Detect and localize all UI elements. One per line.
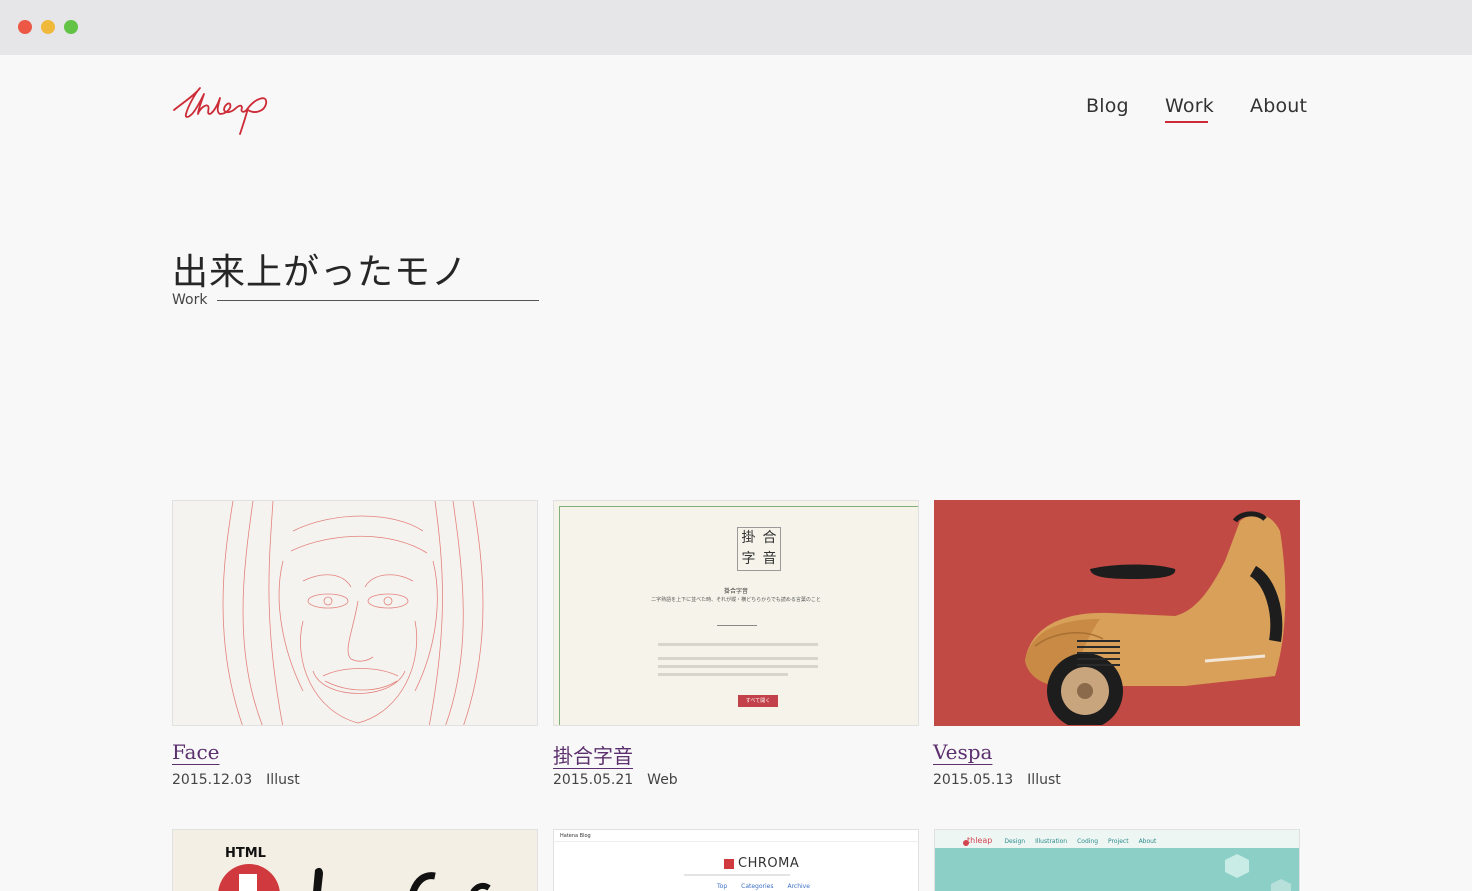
grid-char: 音 xyxy=(762,551,777,567)
work-meta-kakeai: 2015.05.21 Web xyxy=(553,772,678,788)
grid-char: 字 xyxy=(741,551,756,567)
page-subtitle: Work xyxy=(172,292,208,308)
chroma-nav-item: Categories xyxy=(741,883,774,890)
page-title: 出来上がったモノ xyxy=(172,252,469,293)
text-placeholder xyxy=(684,874,790,876)
title-divider xyxy=(217,300,539,301)
grid-char: 掛 xyxy=(741,530,756,546)
frame-line xyxy=(559,506,918,507)
maximize-window-button[interactable] xyxy=(64,20,78,34)
chroma-nav: Top Categories Archive xyxy=(717,883,810,890)
work-category: Web xyxy=(647,772,678,788)
cube-decoration-icon xyxy=(1225,854,1291,891)
text-placeholder xyxy=(658,643,818,646)
text-placeholder xyxy=(658,673,788,676)
kakeai-logo-grid: 掛 合 字 音 xyxy=(737,527,781,571)
kakeai-thumb-name: 掛合字音 xyxy=(723,588,748,595)
vespa-illustration xyxy=(1025,511,1286,725)
frame-line xyxy=(559,506,560,725)
work-thumb-html[interactable]: HTML xyxy=(172,829,538,891)
work-thumb-face[interactable] xyxy=(172,500,538,726)
chroma-nav-item: Archive xyxy=(787,883,810,890)
work-meta-face: 2015.12.03 Illust xyxy=(172,772,300,788)
work-thumb-vespa[interactable] xyxy=(934,500,1300,726)
work-date: 2015.12.03 xyxy=(172,772,253,788)
work-category: Illust xyxy=(266,772,300,788)
close-window-button[interactable] xyxy=(18,20,32,34)
window-titlebar xyxy=(0,0,1472,55)
nav-about[interactable]: About xyxy=(1250,95,1307,117)
work-category: Illust xyxy=(1027,772,1061,788)
work-date: 2015.05.13 xyxy=(933,772,1014,788)
work-title-vespa[interactable]: Vespa xyxy=(933,740,992,764)
face-illustration xyxy=(222,501,484,725)
work-title-face[interactable]: Face xyxy=(172,740,219,764)
nav-active-indicator xyxy=(1165,121,1208,123)
kakeai-thumb-desc: 二字熟語を上下に並べた時、それが縦・横どちらからでも読める言葉のこと xyxy=(651,597,821,603)
chroma-logo-icon xyxy=(724,859,734,869)
work-thumb-kakeai[interactable]: 掛 合 字 音 掛合字音 二字熟語を上下に並べた時、それが縦・横どちらからでも読… xyxy=(553,500,919,726)
work-thumb-thleap-site[interactable]: thleap Design Illustration Coding Project Abo… xyxy=(934,829,1300,891)
chroma-logo-text: CHROMA xyxy=(738,856,800,871)
work-meta-vespa: 2015.05.13 Illust xyxy=(933,772,1061,788)
grid-char: 合 xyxy=(762,530,777,546)
work-title-kakeai[interactable]: 掛合字音 xyxy=(553,740,633,769)
site-logo[interactable]: thleap xyxy=(170,80,270,138)
brush-strokes-icon xyxy=(313,867,491,891)
work-date: 2015.05.21 xyxy=(553,772,634,788)
text-placeholder xyxy=(658,665,818,668)
text-placeholder xyxy=(658,657,818,660)
nav-work[interactable]: Work xyxy=(1165,95,1214,117)
kakeai-open-all-button: すべて開く xyxy=(738,695,778,707)
work-thumb-chroma[interactable]: Hatena Blog CHROMA Top Categories Archive xyxy=(553,829,919,891)
chroma-nav-item: Top xyxy=(717,883,728,890)
minimize-window-button[interactable] xyxy=(41,20,55,34)
nav-blog[interactable]: Blog xyxy=(1086,95,1129,117)
hatena-site-name: Hatena Blog xyxy=(560,833,591,839)
hatena-blog-header: Hatena Blog xyxy=(554,830,918,842)
thumb-divider xyxy=(717,625,757,626)
